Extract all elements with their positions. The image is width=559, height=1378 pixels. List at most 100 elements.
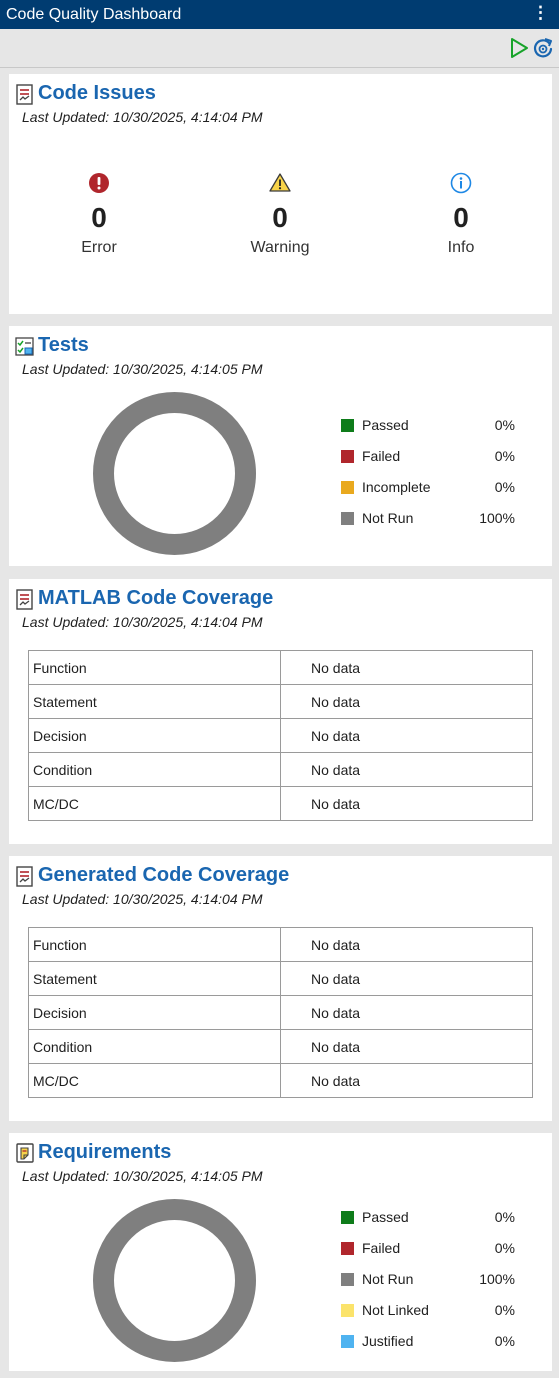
passed-swatch: [341, 1211, 354, 1224]
metric-cell: MC/DC: [28, 786, 281, 821]
report-icon: [15, 866, 35, 888]
legend-label: Incomplete: [362, 479, 431, 495]
legend-passed: Passed 0%: [340, 416, 520, 447]
value-cell: No data: [280, 684, 533, 719]
failed-swatch: [341, 1242, 354, 1255]
refresh-icon[interactable]: [532, 37, 554, 59]
legend-percent: 0%: [494, 417, 515, 433]
legend-percent: 100%: [479, 1271, 515, 1287]
requirements-legend: Passed 0% Failed 0% Not Run 100% Not Lin…: [340, 1208, 520, 1363]
metric-cell: Statement: [28, 684, 281, 719]
generated-coverage-title[interactable]: Generated Code Coverage: [38, 864, 289, 887]
legend-label: Failed: [362, 448, 401, 464]
not-linked-swatch: [341, 1304, 354, 1317]
error-number: 0: [91, 202, 107, 233]
incomplete-swatch: [341, 481, 354, 494]
last-updated: Last Updated: 10/30/2025, 4:14:05 PM: [22, 1168, 263, 1184]
legend-not-run: Not Run 100%: [340, 509, 520, 540]
failed-swatch: [341, 450, 354, 463]
tests-card: Tests Last Updated: 10/30/2025, 4:14:05 …: [9, 326, 552, 566]
tests-title[interactable]: Tests: [38, 334, 89, 357]
last-updated: Last Updated: 10/30/2025, 4:14:04 PM: [22, 109, 263, 125]
not-run-ring: [93, 392, 256, 555]
legend-not-linked: Not Linked 0%: [340, 1301, 520, 1332]
code-issues-card: Code Issues Last Updated: 10/30/2025, 4:…: [9, 74, 552, 314]
tests-legend: Passed 0% Failed 0% Incomplete 0% Not Ru…: [340, 416, 520, 540]
matlab-coverage-title[interactable]: MATLAB Code Coverage: [38, 587, 273, 610]
metric-cell: Function: [28, 650, 281, 685]
table-row: Function No data: [28, 927, 533, 962]
error-label: Error: [81, 239, 117, 256]
value-cell: No data: [280, 786, 533, 821]
legend-incomplete: Incomplete 0%: [340, 478, 520, 509]
table-row: Condition No data: [28, 752, 533, 787]
passed-swatch: [341, 419, 354, 432]
legend-percent: 0%: [494, 1240, 515, 1256]
warning-label: Warning: [250, 239, 310, 256]
metric-cell: Function: [28, 927, 281, 962]
last-updated: Last Updated: 10/30/2025, 4:14:04 PM: [22, 891, 263, 907]
legend-percent: 100%: [479, 510, 515, 526]
table-row: MC/DC No data: [28, 786, 533, 821]
info-number: 0: [453, 202, 469, 233]
value-cell: No data: [280, 752, 533, 787]
value-cell: No data: [280, 961, 533, 996]
requirements-card: Requirements Last Updated: 10/30/2025, 4…: [9, 1133, 552, 1371]
warning-number: 0: [272, 202, 288, 233]
value-cell: No data: [280, 1029, 533, 1064]
table-row: Statement No data: [28, 961, 533, 996]
legend-not-run: Not Run 100%: [340, 1270, 520, 1301]
report-icon: [15, 84, 35, 106]
error-count: 0 Error: [39, 172, 159, 257]
legend-percent: 0%: [494, 1333, 515, 1349]
not-run-ring: [93, 1199, 256, 1362]
window-title: Code Quality Dashboard: [6, 6, 182, 23]
value-cell: No data: [280, 1063, 533, 1098]
matlab-coverage-card: MATLAB Code Coverage Last Updated: 10/30…: [9, 579, 552, 844]
value-cell: No data: [280, 927, 533, 962]
metric-cell: Condition: [28, 752, 281, 787]
legend-percent: 0%: [494, 1209, 515, 1225]
metric-cell: Decision: [28, 995, 281, 1030]
table-row: Statement No data: [28, 684, 533, 719]
table-row: Decision No data: [28, 995, 533, 1030]
metric-cell: MC/DC: [28, 1063, 281, 1098]
toolbar: [0, 29, 559, 68]
legend-justified: Justified 0%: [340, 1332, 520, 1363]
title-bar: Code Quality Dashboard ⋮: [0, 0, 559, 29]
more-options-icon[interactable]: ⋮: [532, 3, 549, 23]
requirements-donut-chart: [93, 1199, 256, 1362]
generated-coverage-card: Generated Code Coverage Last Updated: 10…: [9, 856, 552, 1121]
info-count: 0 Info: [401, 172, 521, 257]
matlab-coverage-table: Function No data Statement No data Decisio…: [28, 650, 533, 821]
metric-cell: Decision: [28, 718, 281, 753]
not-run-swatch: [341, 512, 354, 525]
requirements-title[interactable]: Requirements: [38, 1141, 171, 1164]
legend-failed: Failed 0%: [340, 1239, 520, 1270]
error-icon: [88, 172, 110, 194]
table-row: Function No data: [28, 650, 533, 685]
run-icon[interactable]: [508, 37, 530, 59]
test-checklist-icon: [15, 336, 35, 358]
value-cell: No data: [280, 718, 533, 753]
report-icon: [15, 589, 35, 611]
not-run-swatch: [341, 1273, 354, 1286]
metric-cell: Statement: [28, 961, 281, 996]
legend-passed: Passed 0%: [340, 1208, 520, 1239]
last-updated: Last Updated: 10/30/2025, 4:14:04 PM: [22, 614, 263, 630]
generated-coverage-table: Function No data Statement No data Decisio…: [28, 927, 533, 1098]
legend-percent: 0%: [494, 448, 515, 464]
value-cell: No data: [280, 995, 533, 1030]
code-issues-title[interactable]: Code Issues: [38, 82, 156, 105]
warning-icon: [269, 172, 291, 194]
warning-count: 0 Warning: [220, 172, 340, 257]
info-label: Info: [447, 239, 475, 256]
legend-label: Passed: [362, 417, 409, 433]
metric-cell: Condition: [28, 1029, 281, 1064]
legend-failed: Failed 0%: [340, 447, 520, 478]
table-row: MC/DC No data: [28, 1063, 533, 1098]
table-row: Decision No data: [28, 718, 533, 753]
info-icon: [450, 172, 472, 194]
last-updated: Last Updated: 10/30/2025, 4:14:05 PM: [22, 361, 263, 377]
value-cell: No data: [280, 650, 533, 685]
